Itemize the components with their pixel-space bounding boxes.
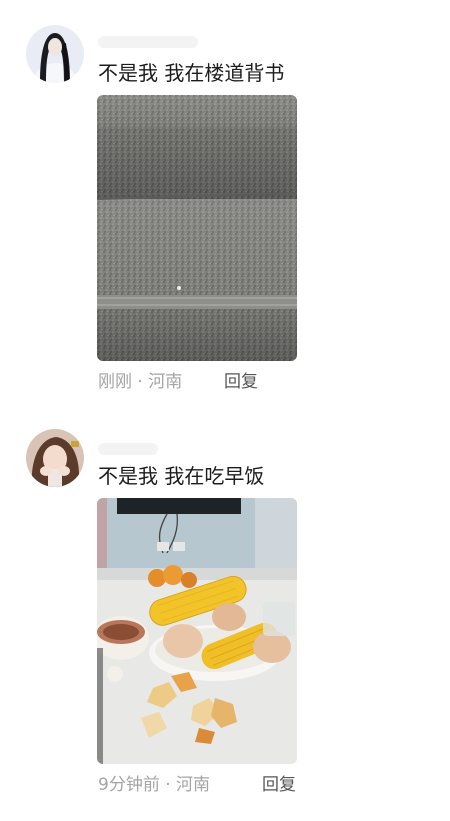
comment-photo-breakfast[interactable] — [97, 498, 297, 764]
comment-meta: 9分钟前 · 河南 — [98, 774, 210, 796]
reply-button[interactable]: 回复 — [262, 774, 296, 796]
commenter-avatar[interactable] — [26, 429, 84, 487]
comment-item: 不是我 我在吃早饭 9分钟前 · 河南 回复 — [0, 0, 450, 821]
comment-time: 9分钟前 — [98, 775, 160, 795]
username-placeholder — [98, 443, 158, 455]
breakfast-photo — [97, 498, 297, 764]
comment-text: 不是我 我在吃早饭 — [98, 464, 265, 488]
user-avatar-icon — [26, 429, 84, 487]
meta-separator: · — [165, 775, 171, 795]
comment-location: 河南 — [176, 775, 211, 795]
